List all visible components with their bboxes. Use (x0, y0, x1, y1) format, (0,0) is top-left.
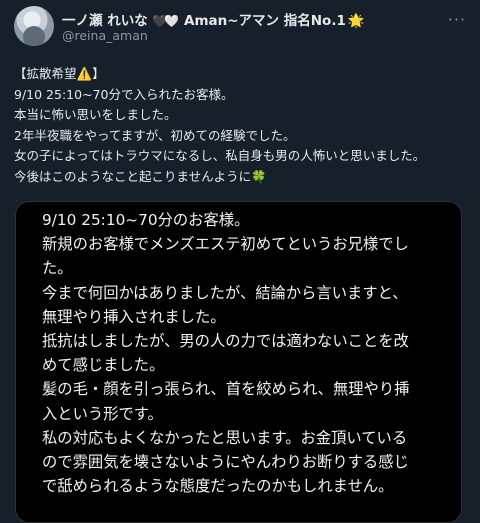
tweet-line: 9/10 25:10~70分で入られたお客様。 (14, 86, 234, 102)
image-text-line: 私の対応もよくなかったと思います。お金頂いている (42, 428, 408, 447)
tweet-header: 一ノ瀬 れいな 🖤🤍 Aman~アマン 指名No.1 🌟 @reina_aman … (14, 6, 470, 46)
image-text-line: めて感じました。 (42, 356, 165, 375)
display-name-text: 一ノ瀬 れいな (62, 13, 148, 29)
image-text-line: で舐められるような態度だったのかもしれません。 (42, 477, 394, 496)
warning-emoji-icon: ⚠️ (76, 66, 93, 81)
tweet-line: 本当に怖い思いをしました。 (14, 107, 177, 122)
image-text-line: 今まで何回かはありましたが、結論から言いますと、 (42, 283, 408, 302)
tweet-text: 【拡散希望⚠️】 9/10 25:10~70分で入られたお客様。 本当に怖い思い… (14, 64, 474, 187)
clover-emoji-icon: 🍀 (251, 168, 267, 184)
image-text-line: 髪の毛・顔を引っ張られ、首を絞められ、無理やり挿 (42, 380, 410, 399)
last-line-text: 今後はこのようなこと起こりませんように (14, 168, 252, 184)
image-text-line: 無理やり挿入されました。 (42, 307, 226, 326)
user-handle[interactable]: @reina_aman (62, 28, 148, 43)
image-text-line: た。 (42, 259, 73, 278)
heart-emoji-icon: 🖤🤍 (152, 14, 179, 28)
star-emoji-icon: 🌟 (347, 13, 365, 29)
heading-text: 【拡散希望 (14, 66, 77, 81)
image-text: 9/10 25:10~70分のお客様。 新規のお客様でメンズエステ初めてというお… (42, 208, 457, 498)
image-text-line: ので雰囲気を壊さないようにやんわりお断りする感じ (42, 453, 409, 472)
more-icon[interactable]: ··· (448, 10, 466, 29)
image-text-line: 新規のお客様でメンズエステ初めてというお兄様でし (42, 235, 409, 254)
tweet-last-line: 今後はこのようなこと起こりませんように🍀 (14, 167, 474, 188)
tweet-line: 2年半夜職をやってますが、初めての経験でした。 (14, 127, 296, 143)
tweet-heading: 【拡散希望⚠️】 (14, 64, 474, 85)
heading-close: 】 (92, 66, 105, 81)
avatar[interactable] (14, 6, 54, 46)
display-name-suffix: Aman~アマン 指名No.1 (184, 13, 346, 29)
image-text-line: 抵抗はしましたが、男の人の力では適わないことを改 (42, 332, 409, 351)
image-text-line: 9/10 25:10~70分のお客様。 (42, 211, 250, 229)
image-text-line: 入という形です。 (42, 404, 163, 423)
attached-image[interactable]: 9/10 25:10~70分のお客様。 新規のお客様でメンズエステ初めてというお… (15, 201, 462, 523)
tweet-line: 女の子によってはトラウマになるし、私自身も男の人怖いと思いました。 (14, 148, 426, 163)
display-name[interactable]: 一ノ瀬 れいな 🖤🤍 Aman~アマン 指名No.1 🌟 (62, 9, 365, 29)
